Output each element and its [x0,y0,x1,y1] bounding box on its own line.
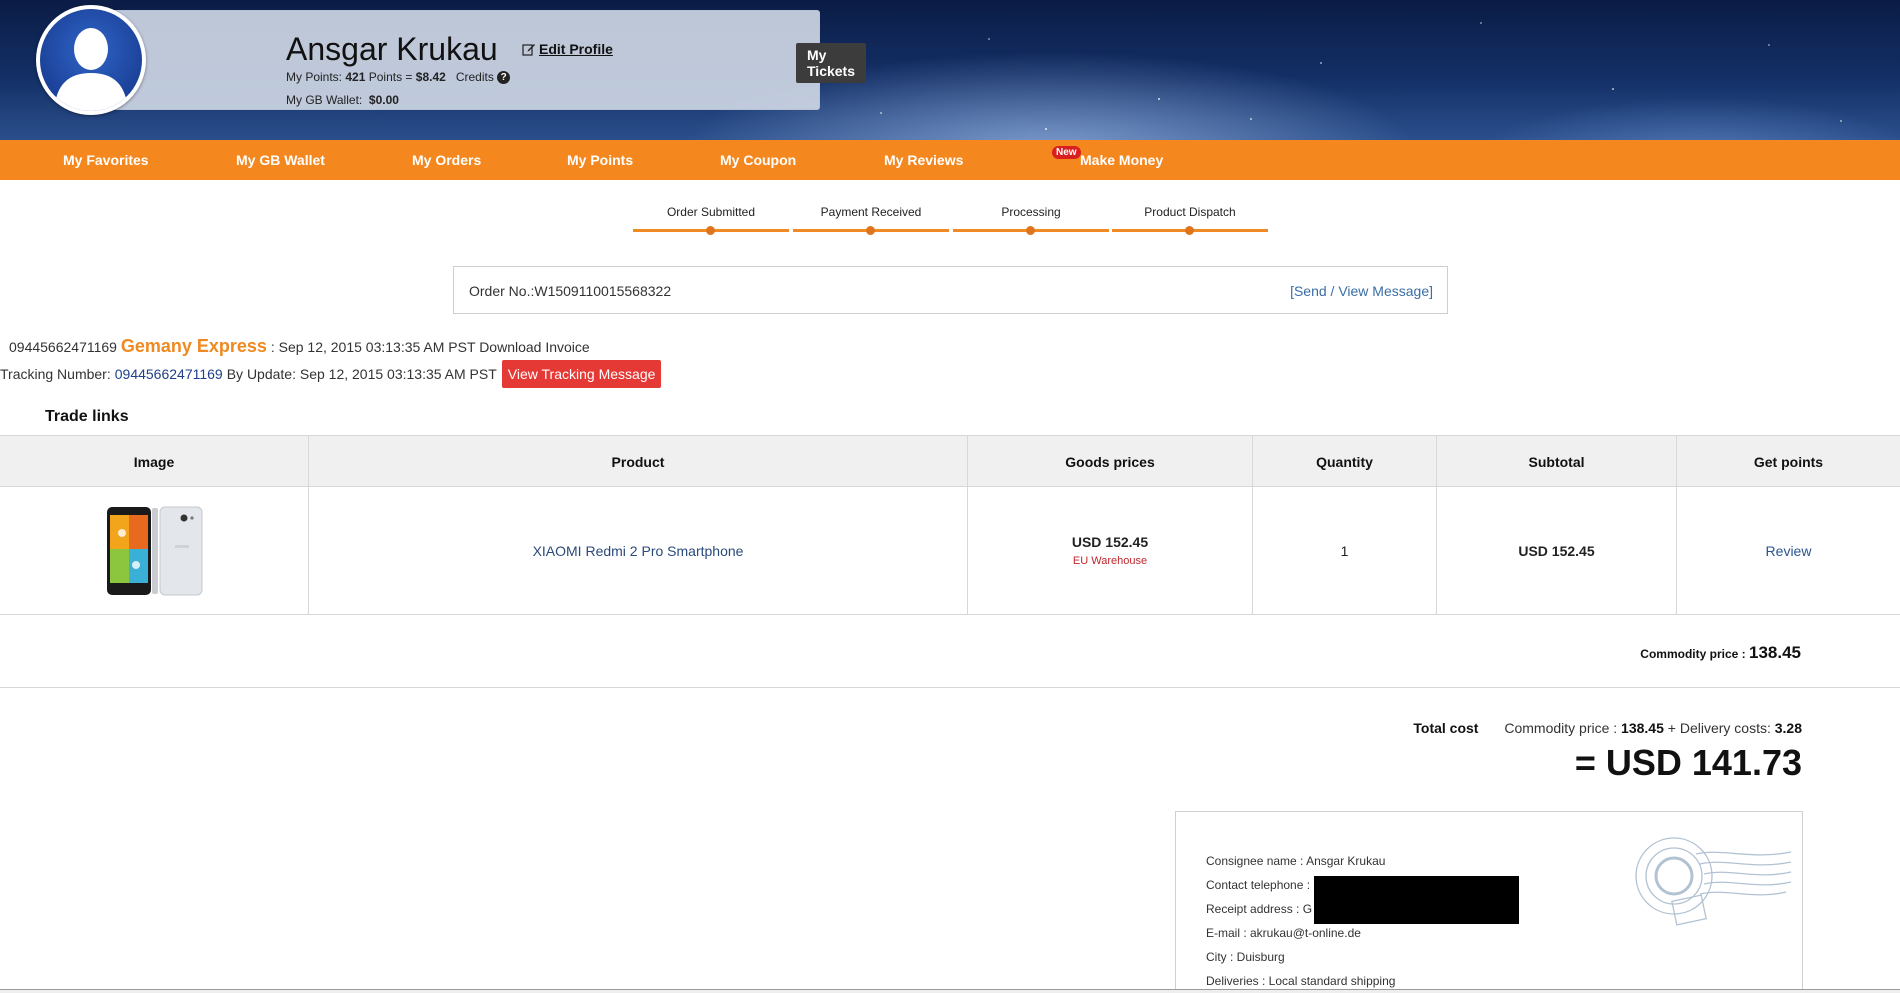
step-order-submitted: Order Submitted [633,205,789,235]
warehouse-label: EU Warehouse [1072,555,1148,567]
commodity-label: Commodity price : [1640,647,1746,661]
nav-make-money[interactable]: Make Money [1080,152,1163,168]
breakdown-commodity-value: 138.45 [1621,720,1664,736]
commodity-summary-row: Commodity price : 138.45 [0,615,1900,688]
step-dot [866,226,875,235]
order-number: Order No.:W1509110015568322 [469,283,672,299]
tracking-update: By Update: Sep 12, 2015 03:13:35 AM PST [226,366,497,382]
nav-my-favorites[interactable]: My Favorites [63,152,149,168]
step-label: Processing [1001,205,1061,219]
profile-card: Ansgar Krukau Edit Profile My Points: 42… [96,10,866,110]
quantity-cell: 1 [1253,487,1437,614]
points-value: 421 [345,70,366,84]
goods-price-cell: USD 152.45 EU Warehouse [968,487,1253,614]
points-mid: Points = [368,70,413,84]
step-dot [1026,226,1035,235]
nav-my-coupon[interactable]: My Coupon [720,152,796,168]
order-number-box: Order No.:W1509110015568322 [Send / View… [453,266,1448,314]
tracking-number-link[interactable]: 09445662471169 [115,366,223,382]
shipment-summary: 09445662471169 Gemany Express : Sep 12, … [9,336,590,357]
help-icon[interactable]: ? [497,71,511,85]
tracking-label: Tracking Number: [0,366,111,382]
nav-my-gb-wallet[interactable]: My GB Wallet [236,152,325,168]
table-row: XIAOMI Redmi 2 Pro Smartphone USD 152.45… [0,487,1900,615]
consignee-email: E-mail : akrukau@t-online.de [1206,926,1361,940]
delivery-label: + Delivery costs: [1667,720,1771,736]
view-tracking-message-button[interactable]: View Tracking Message [501,360,662,388]
product-image[interactable] [104,505,204,597]
send-view-message-link[interactable]: [Send / View Message] [1290,283,1433,299]
review-link[interactable]: Review [1766,543,1812,559]
step-processing: Processing [953,205,1109,235]
wallet-line: My GB Wallet: $0.00 [286,93,399,107]
postmark-stamp-icon [1635,837,1792,926]
step-payment-received: Payment Received [793,205,949,235]
consignee-deliveries: Deliveries : Local standard shipping [1206,974,1396,988]
total-cost-breakdown: Total cost Commodity price : 138.45 + De… [1413,720,1802,736]
nav-my-points[interactable]: My Points [567,152,633,168]
product-name-link[interactable]: XIAOMI Redmi 2 Pro Smartphone [533,543,744,559]
bottom-edge [0,989,1900,993]
commodity-value: 138.45 [1749,643,1801,662]
shipment-tracking-number: 09445662471169 [9,339,117,355]
breakdown-commodity-label: Commodity price : [1504,720,1618,736]
shipment-date: : Sep 12, 2015 03:13:35 AM PST [270,339,476,355]
credits-label: Credits [455,70,494,84]
delivery-value: 3.28 [1774,720,1802,736]
wallet-value: $0.00 [368,93,399,107]
avatar[interactable] [36,5,146,115]
subtotal-value: USD 152.45 [1518,542,1595,559]
trade-links-title: Trade links [45,408,129,425]
consignee-address: Receipt address : G [1206,902,1313,916]
consignee-name: Consignee name : Ansgar Krukau [1206,854,1386,868]
redaction-bar [1314,876,1519,924]
step-label: Payment Received [820,205,922,219]
step-label: Product Dispatch [1144,205,1236,219]
header-quantity: Quantity [1253,436,1437,488]
subtotal-cell: USD 152.45 [1437,487,1677,614]
edit-icon [522,44,535,56]
header-subtotal: Subtotal [1437,436,1677,488]
step-label: Order Submitted [666,205,756,219]
product-name-cell: XIAOMI Redmi 2 Pro Smartphone [309,487,968,614]
grand-total: = USD 141.73 [1574,742,1802,783]
account-nav: My Favorites My GB Wallet My Orders My P… [0,140,1900,180]
commodity-price: Commodity price : 138.45 [1640,643,1801,663]
header-get-points: Get points [1753,454,1824,470]
consignee-city: City : Duisburg [1206,950,1285,964]
edit-profile-link[interactable]: Edit Profile [522,41,613,57]
quantity-value: 1 [1340,542,1349,559]
goods-price: USD 152.45 [1071,534,1149,550]
user-name: Ansgar Krukau [286,31,498,67]
my-tickets-button[interactable]: My Tickets [796,43,866,83]
header-product: Product [309,436,968,488]
points-money: $8.42 [415,70,446,84]
table-header: Image Product Goods prices Quantity Subt… [0,435,1900,488]
product-image-cell [0,487,309,614]
step-product-dispatch: Product Dispatch [1112,205,1268,235]
tracking-line: Tracking Number: 09445662471169 By Updat… [0,360,662,388]
consignee-box: Consignee name : Ansgar Krukau Contact t… [1175,811,1803,993]
consignee-telephone: Contact telephone : [1206,878,1311,892]
header-goods-prices: Goods prices [968,436,1253,488]
nav-my-orders[interactable]: My Orders [412,152,481,168]
new-badge: New [1052,146,1081,159]
header-image: Image [0,436,309,488]
wallet-label: My GB Wallet: [286,93,363,107]
carrier-name: Gemany Express [120,336,267,356]
total-cost-label: Total cost [1413,720,1479,736]
points-line: My Points: 421 Points = $8.42 Credits ? [286,70,511,85]
edit-profile-label: Edit Profile [539,41,613,57]
get-points-cell: Review [1677,487,1900,614]
step-dot [706,226,715,235]
user-avatar-icon [54,28,128,111]
nav-my-reviews[interactable]: My Reviews [884,152,963,168]
download-invoice-link[interactable]: Download Invoice [479,339,590,355]
step-dot [1185,226,1194,235]
points-prefix: My Points: [286,70,343,84]
